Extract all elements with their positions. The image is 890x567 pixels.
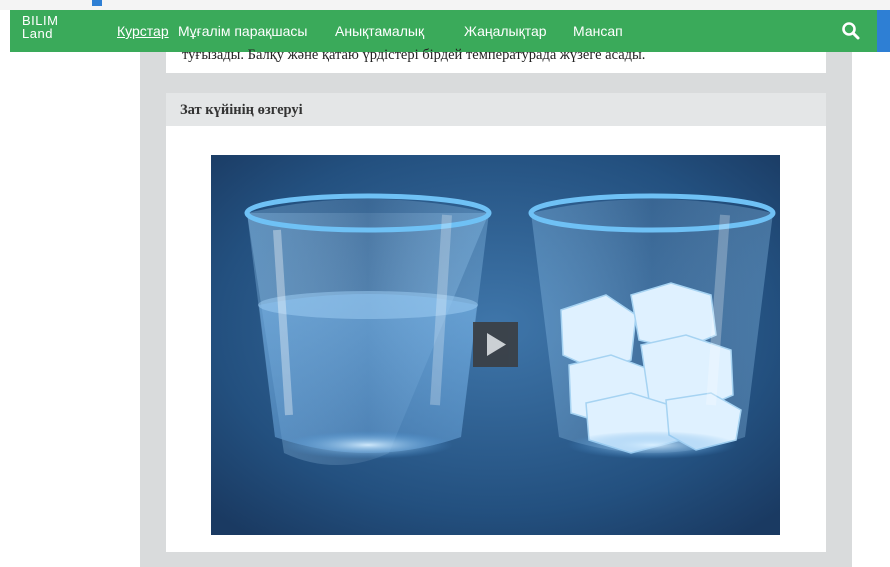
nav-link-courses[interactable]: Курстар bbox=[117, 23, 169, 39]
lesson-section: Зат күйінің өзгеруі bbox=[166, 93, 826, 552]
browser-bookmark-strip bbox=[0, 0, 890, 10]
text-card: туғызады. Балқу және қатаю үрдістері бір… bbox=[166, 47, 826, 73]
main-navbar: BILIM Land Курстар Мұғалім парақшасы Аны… bbox=[10, 10, 877, 52]
play-icon bbox=[487, 333, 506, 356]
logo-line2: Land bbox=[22, 26, 53, 41]
bookmark-icon bbox=[92, 0, 102, 6]
nav-link-teacher-page[interactable]: Мұғалім парақшасы bbox=[178, 23, 308, 39]
nav-link-news[interactable]: Жаңалықтар bbox=[464, 23, 547, 39]
section-title: Зат күйінің өзгеруі bbox=[180, 102, 303, 118]
search-icon[interactable] bbox=[840, 20, 862, 42]
video-player[interactable] bbox=[211, 155, 780, 535]
lesson-text: туғызады. Балқу және қатаю үрдістері бір… bbox=[182, 47, 646, 63]
nav-link-career[interactable]: Мансап bbox=[573, 23, 623, 39]
nav-link-reference[interactable]: Анықтамалық bbox=[335, 23, 424, 39]
section-header: Зат күйінің өзгеруі bbox=[166, 93, 826, 126]
bilimland-logo[interactable]: BILIM Land bbox=[22, 14, 58, 40]
play-button[interactable] bbox=[473, 322, 518, 367]
navbar-accent-edge bbox=[877, 10, 890, 52]
